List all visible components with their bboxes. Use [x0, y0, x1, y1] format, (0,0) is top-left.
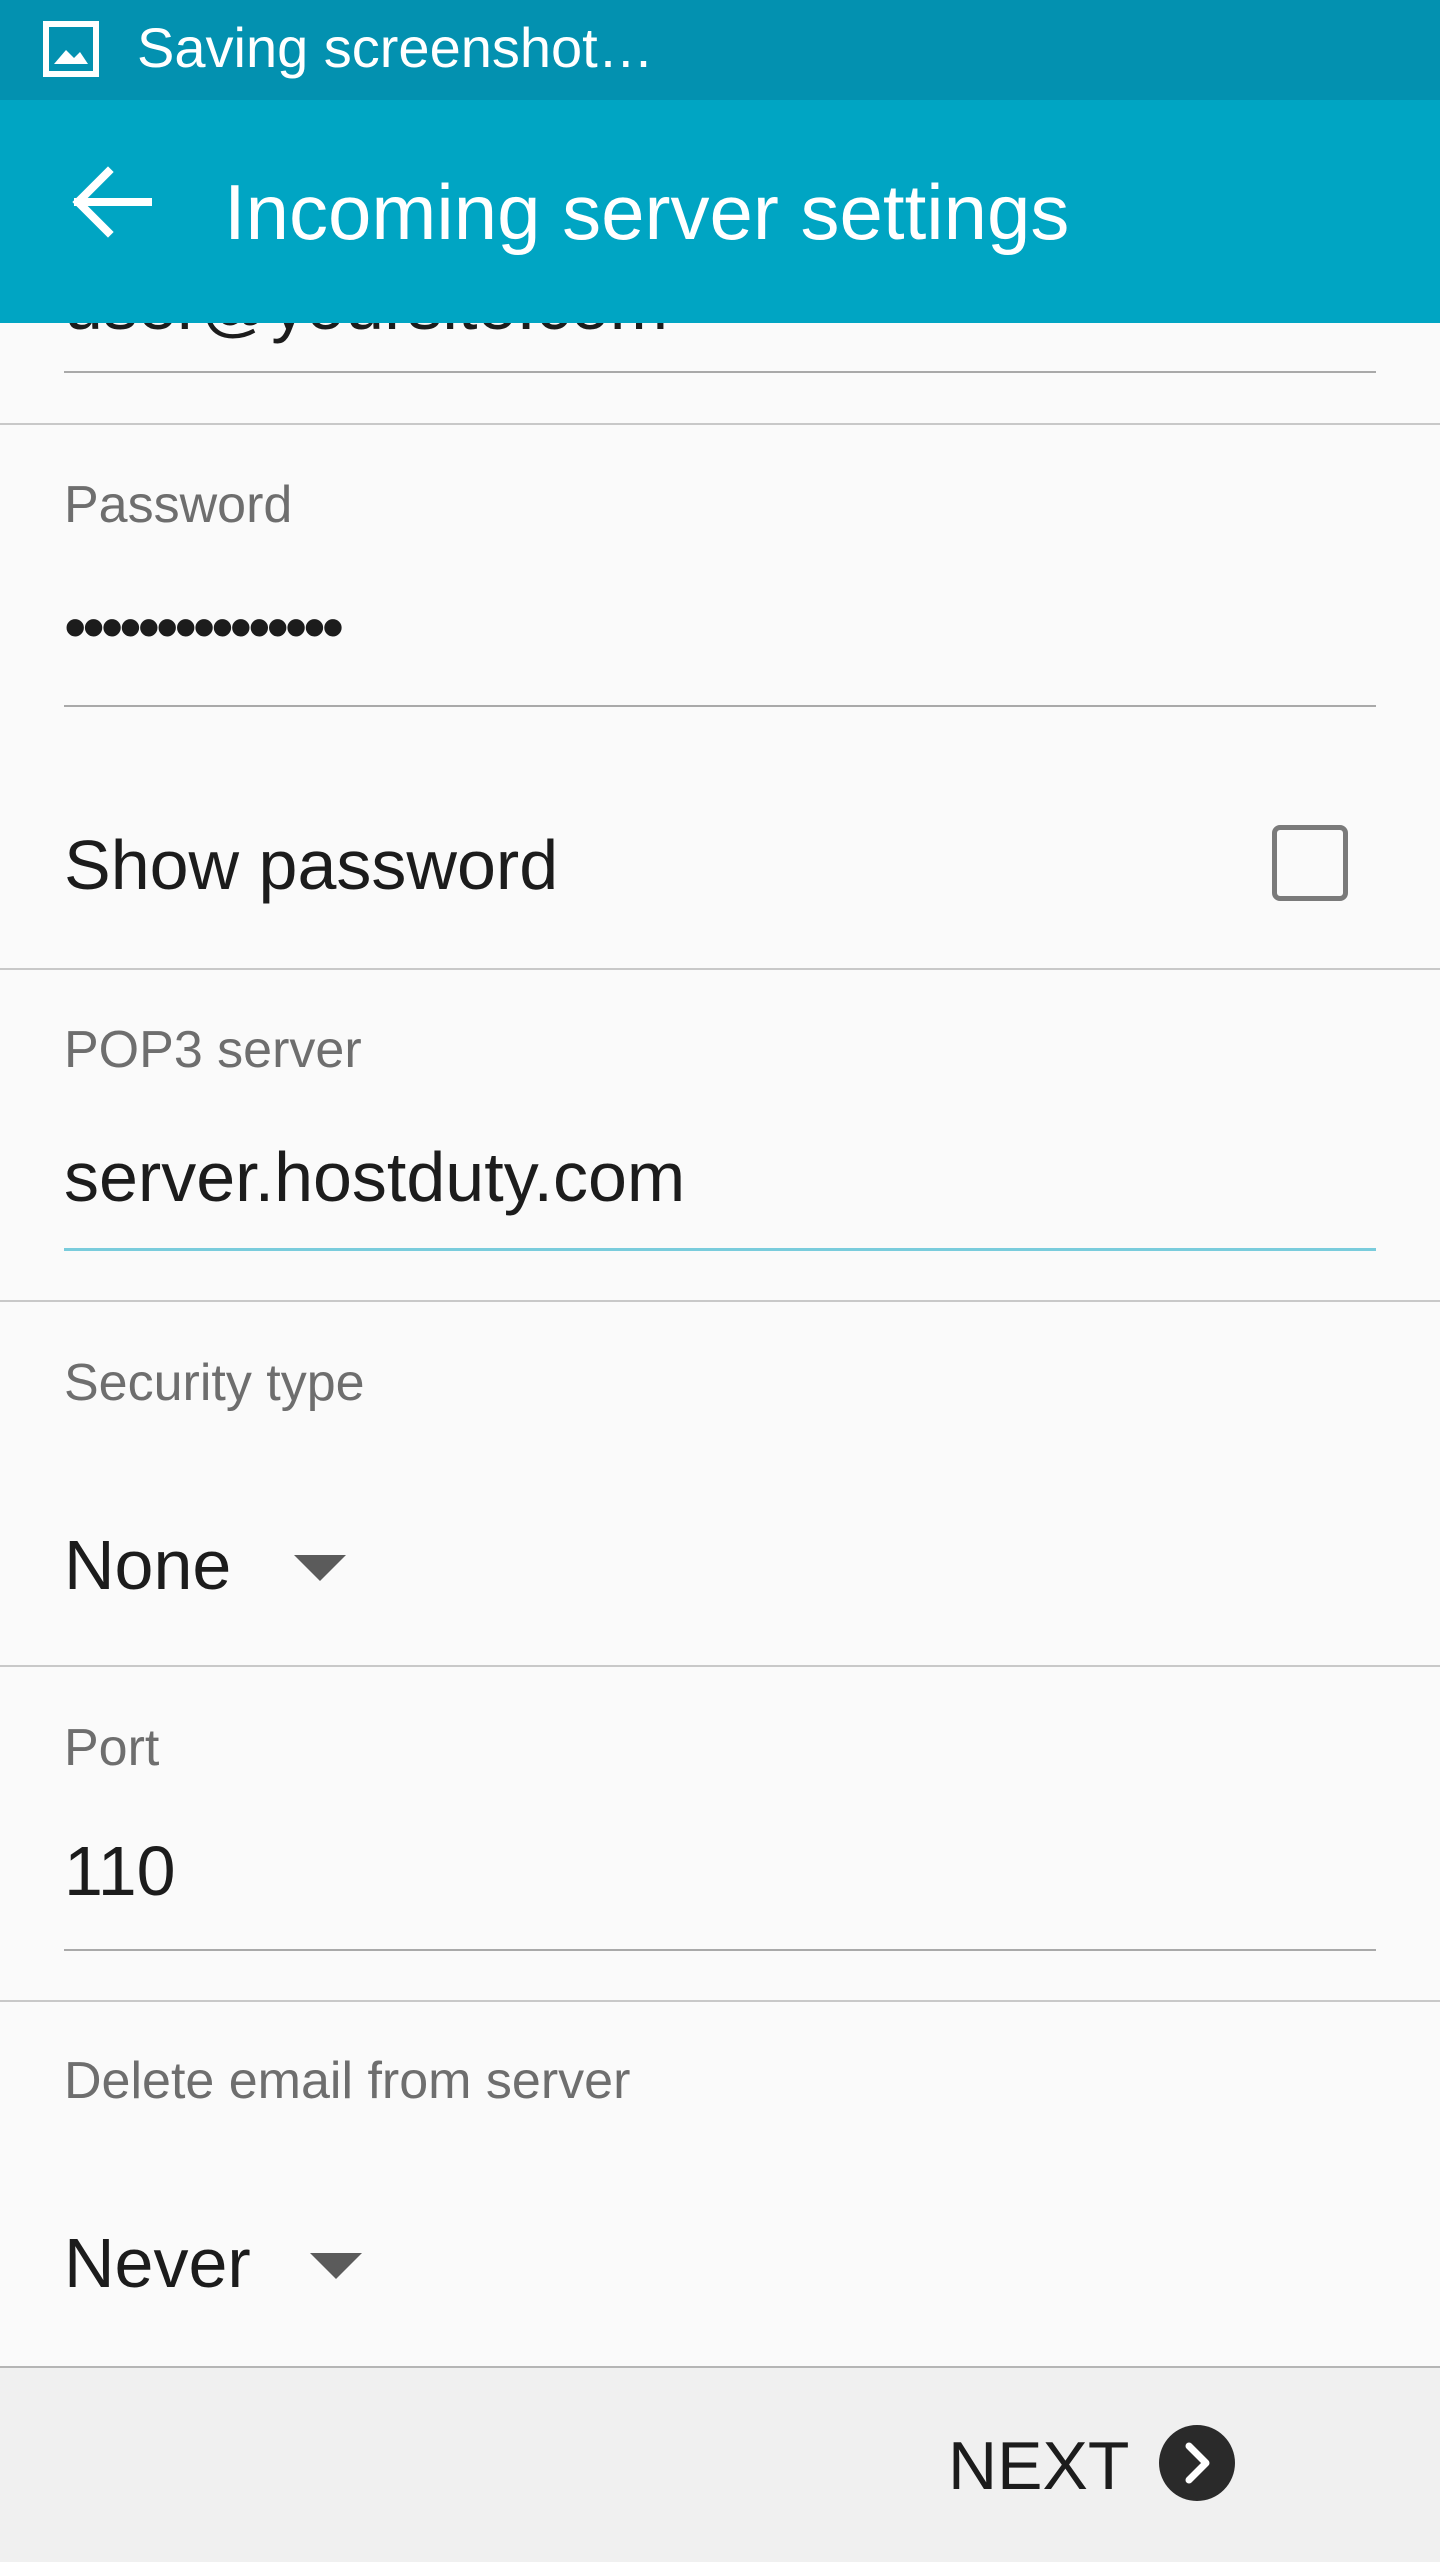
security-type-dropdown[interactable]: None: [64, 1523, 231, 1607]
back-button[interactable]: [62, 152, 162, 252]
divider: [0, 2000, 1440, 2002]
pop3-server-input[interactable]: server.hostduty.com: [64, 1135, 685, 1219]
settings-form: user@yoursite.com Password •••••••••••••…: [0, 323, 1440, 2366]
show-password-label: Show password: [64, 826, 559, 904]
image-icon: [43, 21, 99, 77]
security-type-label: Security type: [64, 1354, 365, 1412]
port-input[interactable]: 110: [64, 1829, 176, 1913]
divider: [0, 968, 1440, 970]
show-password-checkbox[interactable]: [1272, 825, 1348, 901]
port-underline: [64, 1949, 1376, 1951]
arrow-left-icon: [72, 166, 152, 238]
divider: [0, 1300, 1440, 1302]
next-button[interactable]: NEXT: [930, 2412, 1250, 2522]
app-bar: Incoming server settings: [0, 100, 1440, 323]
password-underline: [64, 705, 1376, 707]
delete-email-label: Delete email from server: [64, 2052, 631, 2110]
divider: [0, 423, 1440, 425]
next-label: NEXT: [948, 2428, 1130, 2504]
pop3-server-underline: [64, 1248, 1376, 1251]
username-value[interactable]: user@yoursite.com: [64, 323, 668, 347]
chevron-down-icon: [310, 2253, 362, 2279]
password-field[interactable]: •••••••••••••••: [64, 585, 344, 669]
bottom-action-bar: NEXT: [0, 2366, 1440, 2562]
chevron-down-icon: [294, 1555, 346, 1581]
username-underline: [64, 371, 1376, 373]
divider: [0, 1665, 1440, 1667]
password-label: Password: [64, 476, 293, 534]
notification-text: Saving screenshot…: [137, 16, 654, 79]
delete-email-dropdown[interactable]: Never: [64, 2221, 251, 2305]
chevron-right-circle-icon: [1159, 2425, 1235, 2501]
port-label: Port: [64, 1719, 160, 1777]
page-title: Incoming server settings: [224, 168, 1070, 256]
status-bar: Saving screenshot…: [0, 0, 1440, 100]
pop3-server-label: POP3 server: [64, 1021, 362, 1079]
